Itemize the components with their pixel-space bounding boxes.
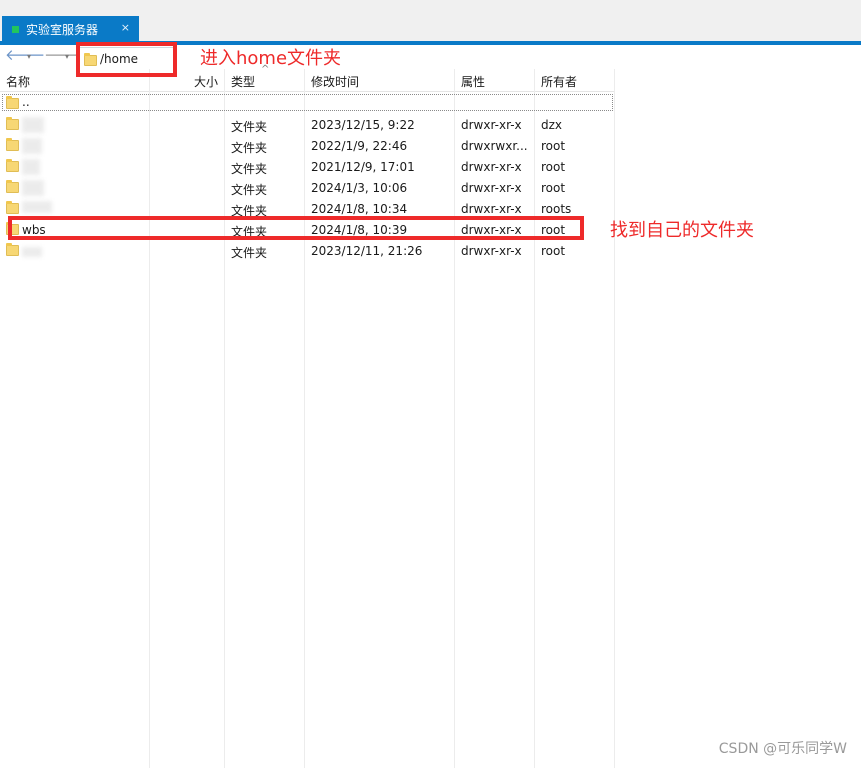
column-header-name[interactable]: 名称 — [6, 73, 30, 90]
column-divider[interactable] — [304, 69, 305, 768]
table-row-parent[interactable] — [2, 94, 613, 111]
column-header-modified[interactable]: 修改时间 — [311, 73, 359, 90]
annotation-box-path — [76, 42, 177, 77]
folder-icon — [6, 96, 19, 109]
row-owner: root — [541, 181, 566, 195]
folder-icon — [6, 180, 19, 193]
row-modified: 2023/12/11, 21:26 — [311, 244, 423, 258]
row-modified: 2021/12/9, 17:01 — [311, 160, 415, 174]
row-modified: 2024/1/8, 10:34 — [311, 202, 408, 216]
row-owner: root — [541, 160, 566, 174]
row-attributes: drwxrwxr... — [461, 139, 528, 153]
folder-icon — [6, 159, 19, 172]
folder-icon — [6, 243, 19, 256]
back-dropdown-icon[interactable]: ▾ — [27, 52, 31, 61]
row-owner: root — [541, 139, 566, 153]
tab-title: 实验室服务器 — [26, 23, 99, 37]
row-modified: 2023/12/15, 9:22 — [311, 118, 415, 132]
row-attributes: drwxr-xr-x — [461, 160, 522, 174]
tab-lab-server[interactable]: 实验室服务器 × — [2, 16, 139, 41]
folder-icon — [6, 117, 19, 130]
watermark: CSDN @可乐同学W — [718, 741, 847, 757]
redacted-name — [22, 247, 42, 257]
column-divider[interactable] — [224, 69, 225, 768]
row-attributes: drwxr-xr-x — [461, 202, 522, 216]
row-modified: 2024/1/3, 10:06 — [311, 181, 408, 195]
column-divider[interactable] — [614, 69, 615, 768]
row-type: 文件夹 — [231, 141, 268, 155]
back-arrow-icon[interactable]: 🡐 — [5, 45, 45, 64]
column-header-size[interactable]: 大小 — [194, 73, 218, 90]
row-attributes: drwxr-xr-x — [461, 118, 522, 132]
row-type: 文件夹 — [231, 162, 268, 176]
row-owner: roots — [541, 202, 572, 216]
row-type: 文件夹 — [231, 246, 268, 260]
column-divider[interactable] — [534, 69, 535, 768]
annotation-enter-home: 进入home文件夹 — [200, 48, 342, 69]
annotation-find-folder: 找到自己的文件夹 — [610, 220, 754, 241]
close-tab-icon[interactable]: × — [121, 21, 130, 34]
redacted-name — [22, 201, 52, 213]
column-divider[interactable] — [149, 69, 150, 768]
redacted-name — [22, 180, 44, 196]
redacted-name — [22, 138, 42, 154]
column-header-owner[interactable]: 所有者 — [541, 73, 577, 90]
redacted-name — [22, 159, 40, 175]
row-attributes: drwxr-xr-x — [461, 181, 522, 195]
forward-dropdown-icon[interactable]: ▾ — [65, 52, 69, 61]
parent-directory-name: .. — [22, 95, 30, 109]
row-modified: 2022/1/9, 22:46 — [311, 139, 408, 153]
row-owner: dzx — [541, 118, 563, 132]
row-type: 文件夹 — [231, 120, 268, 134]
row-owner: root — [541, 244, 566, 258]
row-attributes: drwxr-xr-x — [461, 244, 522, 258]
folder-icon — [6, 201, 19, 214]
folder-icon — [6, 138, 19, 151]
column-header-attributes[interactable]: 属性 — [461, 73, 485, 90]
redacted-name — [22, 117, 44, 133]
annotation-box-wbs-row — [8, 216, 584, 240]
column-header-type[interactable]: 类型 — [231, 73, 255, 90]
connected-status-icon — [12, 26, 19, 33]
row-type: 文件夹 — [231, 183, 268, 197]
column-divider[interactable] — [454, 69, 455, 768]
